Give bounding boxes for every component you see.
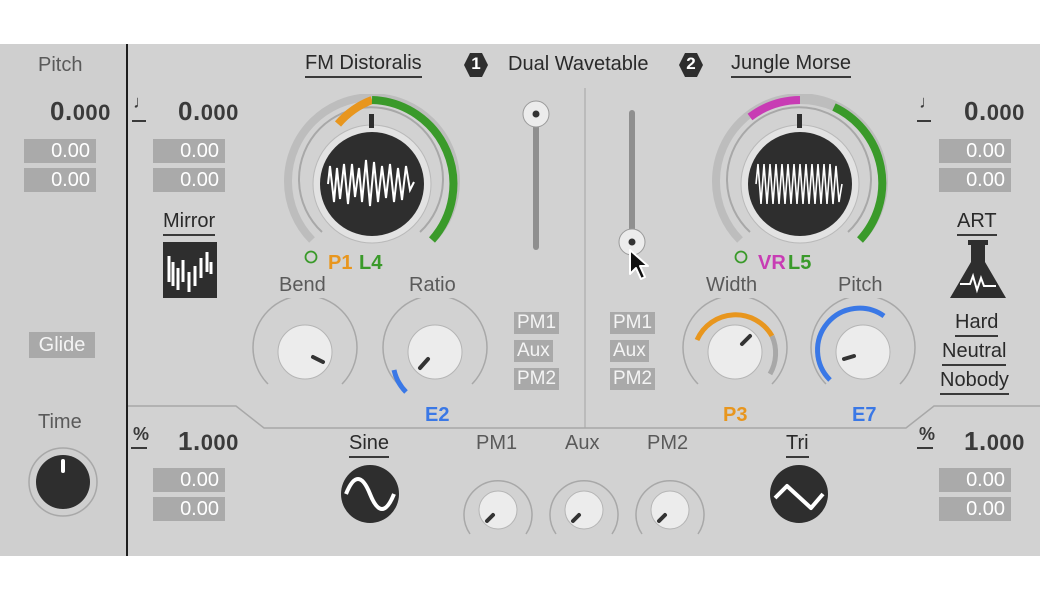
osc2-l-label: L5 (788, 252, 812, 274)
osc1-wavetable-display[interactable] (282, 94, 462, 274)
glide-button[interactable]: Glide (29, 332, 95, 358)
width-label: Width (706, 274, 758, 296)
route-right-pm1[interactable]: PM1 (610, 312, 656, 334)
engine-name[interactable]: Dual Wavetable (508, 53, 648, 76)
opt-neutral[interactable]: Neutral (942, 340, 1007, 366)
osc1-mod-box-1[interactable]: 0.00 (153, 139, 225, 163)
osc1-l-label: L4 (359, 252, 383, 274)
wave2-label[interactable]: Tri (786, 432, 809, 458)
osc2-note-underline (917, 120, 931, 122)
route-right-aux[interactable]: Aux (610, 340, 649, 362)
osc2-name[interactable]: Jungle Morse (731, 52, 852, 78)
osc1-p-label: P1 (328, 252, 353, 274)
osc1-level-box-1[interactable]: 0.00 (153, 468, 225, 492)
osc2-mode-label[interactable]: ART (957, 210, 997, 236)
pm1-label: PM1 (476, 432, 518, 454)
osc2-mod-box-1[interactable]: 0.00 (939, 139, 1011, 163)
level-underline (131, 447, 147, 449)
badge-1-label: 1 (471, 54, 481, 73)
ratio-label: Ratio (409, 274, 456, 296)
osc2-note-icon: ♩ (919, 92, 937, 112)
time-knob[interactable] (20, 439, 106, 525)
badge-2-label: 2 (686, 54, 696, 73)
pm1-knob[interactable] (460, 460, 536, 540)
osc2-mod-box-2[interactable]: 0.00 (939, 168, 1011, 192)
osc1-name[interactable]: FM Distoralis (305, 52, 422, 78)
osc2-level-box-2[interactable]: 0.00 (939, 497, 1011, 521)
osc2-wavetable-display[interactable] (710, 94, 890, 274)
note-underline (132, 120, 146, 122)
ratio-knob[interactable] (380, 298, 490, 398)
osc2-vr-label: VR (758, 252, 786, 274)
opt-nobody[interactable]: Nobody (940, 369, 1009, 395)
time-label: Time (38, 411, 82, 433)
osc2-level-icon: % (919, 424, 936, 444)
bend-knob[interactable] (250, 298, 360, 398)
route-left-pm1[interactable]: PM1 (514, 312, 560, 334)
osc1-slider-handle[interactable] (521, 99, 551, 129)
pm2-knob[interactable] (632, 460, 708, 540)
pitch-mod-box-2[interactable]: 0.00 (24, 168, 96, 192)
triangle-wave-icon[interactable] (769, 464, 829, 524)
flask-icon[interactable] (948, 240, 1008, 302)
note-icon: ♩ (133, 92, 151, 112)
pm2-label: PM2 (647, 432, 689, 454)
aux-knob[interactable] (546, 460, 622, 540)
opt-hard[interactable]: Hard (955, 311, 999, 337)
osc2-level-underline (917, 447, 933, 449)
aux-label: Aux (565, 432, 600, 454)
level-icon: % (133, 424, 150, 444)
sine-wave-icon[interactable] (340, 464, 400, 524)
osc1-level-value[interactable]: 1.000 (178, 426, 239, 457)
route-left-pm2[interactable]: PM2 (514, 368, 560, 390)
route-left-aux[interactable]: Aux (514, 340, 553, 362)
osc2-pitch-label: Pitch (838, 274, 883, 296)
pitch-mod-box-1[interactable]: 0.00 (24, 139, 96, 163)
osc2-level-box-1[interactable]: 0.00 (939, 468, 1011, 492)
osc1-level-box-2[interactable]: 0.00 (153, 497, 225, 521)
pitch-value[interactable]: 0.000 (50, 96, 111, 127)
osc1-status-led[interactable] (304, 250, 318, 264)
osc2-pitch-value[interactable]: 0.000 (964, 96, 1025, 127)
route-right-pm2[interactable]: PM2 (610, 368, 656, 390)
width-knob[interactable] (680, 298, 790, 398)
column-divider (126, 44, 128, 556)
osc1-slider-track[interactable] (533, 110, 539, 250)
osc2-level-value[interactable]: 1.000 (964, 426, 1025, 457)
osc1-pitch-value[interactable]: 0.000 (178, 96, 239, 127)
wave1-label[interactable]: Sine (349, 432, 390, 458)
bend-label: Bend (279, 274, 326, 296)
mouse-cursor-icon (629, 249, 649, 280)
pitch-label: Pitch (38, 54, 83, 76)
center-divider (584, 88, 586, 428)
synth-panel: Pitch 0.000 0.00 0.00 Glide Time FM Dist… (0, 44, 1040, 556)
osc2-status-led[interactable] (734, 250, 748, 264)
osc1-mod-box-2[interactable]: 0.00 (153, 168, 225, 192)
mirror-icon[interactable] (163, 242, 217, 298)
osc2-pitch-knob[interactable] (808, 298, 918, 398)
osc1-mode-label[interactable]: Mirror (163, 210, 216, 236)
